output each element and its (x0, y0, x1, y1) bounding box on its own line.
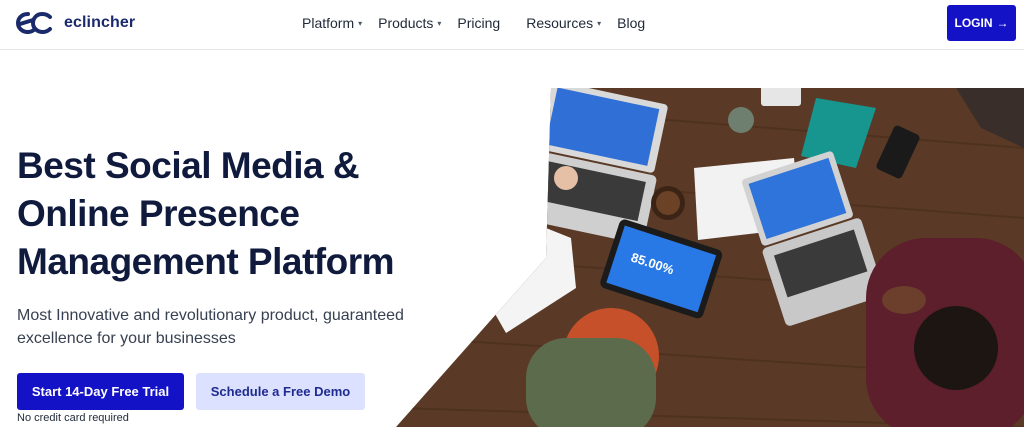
chevron-down-icon: ▾ (358, 18, 363, 28)
site-header: eclincher Platform ▾ Products ▾ Pricing … (0, 0, 1024, 50)
brand-logo[interactable]: eclincher (16, 10, 135, 36)
nav-label: Pricing (457, 15, 501, 31)
nav-blog[interactable]: Blog (617, 15, 645, 31)
arrow-right-icon: → (996, 16, 1009, 30)
hero-title-line: Online Presence (17, 193, 300, 234)
logo-ec-icon (16, 11, 52, 35)
hero-team-photo: 85.00% (396, 88, 1024, 427)
nav-resources[interactable]: Resources ▾ (526, 15, 601, 31)
chevron-down-icon: ▾ (437, 18, 442, 28)
nav-platform[interactable]: Platform ▾ (302, 15, 362, 31)
nav-label: Products (378, 15, 434, 31)
nav-products[interactable]: Products ▾ (378, 15, 441, 31)
schedule-demo-button[interactable]: Schedule a Free Demo (196, 373, 365, 410)
login-button[interactable]: LOGIN → (947, 5, 1016, 41)
hero-title-line: Best Social Media & (17, 145, 360, 186)
hero-subtitle: Most Innovative and revolutionary produc… (17, 307, 404, 347)
hero-title-line: Management Platform (17, 241, 395, 282)
nav-label: Blog (617, 15, 646, 31)
nav-pricing[interactable]: Pricing (457, 15, 500, 31)
no-credit-card-note: No credit card required (17, 412, 129, 424)
brand-name: eclincher (64, 14, 136, 31)
chevron-down-icon: ▾ (597, 18, 602, 28)
nav-label: Resources (526, 15, 594, 31)
start-free-trial-button[interactable]: Start 14-Day Free Trial (17, 373, 184, 410)
main-nav: Platform ▾ Products ▾ Pricing Resources … (302, 15, 661, 31)
login-label: LOGIN (954, 16, 993, 30)
nav-label: Platform (302, 15, 355, 31)
